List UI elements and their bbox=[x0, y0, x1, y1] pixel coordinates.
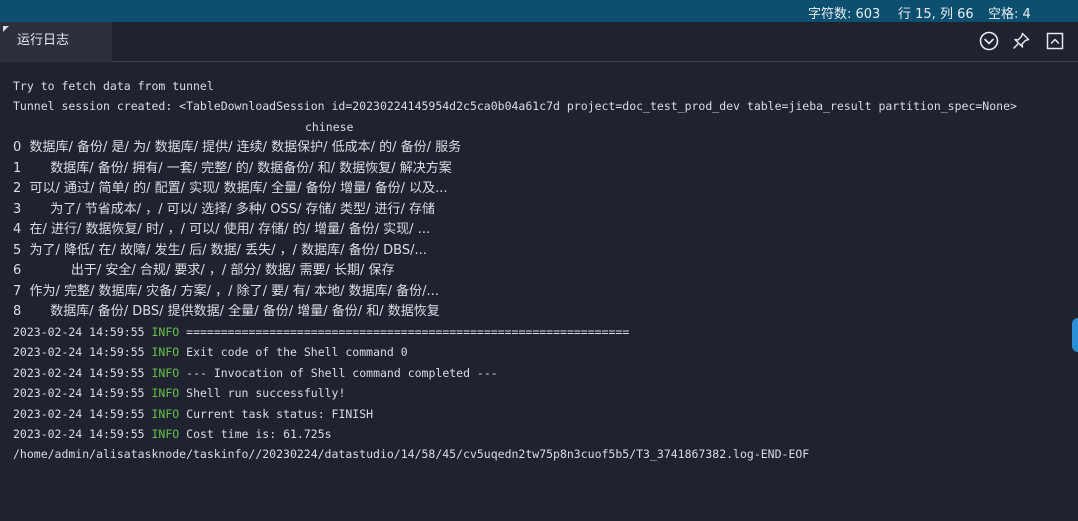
scroll-handle[interactable] bbox=[1072, 318, 1078, 352]
log-timestamp: 2023-02-24 14:59:55 bbox=[13, 427, 145, 441]
log-level: INFO bbox=[151, 427, 180, 441]
log-level: INFO bbox=[151, 366, 180, 380]
log-line-row: 8 数据库/ 备份/ DBS/ 提供数据/ 全量/ 备份/ 增量/ 备份/ 和/… bbox=[13, 301, 440, 321]
log-line-row: 4 在/ 进行/ 数据恢复/ 时/ ，/ 可以/ 使用/ 存储/ 的/ 增量/ … bbox=[13, 219, 430, 239]
indent-setting[interactable]: 空格: 4 bbox=[988, 3, 1031, 22]
log-entry: 2023-02-24 14:59:55 INFO Cost time is: 6… bbox=[13, 424, 332, 444]
log-timestamp: 2023-02-24 14:59:55 bbox=[13, 325, 145, 339]
tab-label: 运行日志 bbox=[17, 33, 70, 48]
row-text: 5 为了/ 降低/ 在/ 故障/ 发生/ 后/ 数据/ 丢失/ ，/ 数据库/ … bbox=[13, 243, 427, 258]
log-line-row: 1 数据库/ 备份/ 拥有/ 一套/ 完整/ 的/ 数据备份/ 和/ 数据恢复/… bbox=[13, 158, 452, 178]
row-text: 3 为了/ 节省成本/ ，/ 可以/ 选择/ 多种/ OSS/ 存储/ 类型/ … bbox=[13, 202, 436, 217]
log-timestamp: 2023-02-24 14:59:55 bbox=[13, 386, 145, 400]
char-count[interactable]: 字符数: 603 bbox=[808, 3, 880, 22]
log-line-row: 0 数据库/ 备份/ 是/ 为/ 数据库/ 提供/ 连续/ 数据保护/ 低成本/… bbox=[13, 137, 461, 157]
log-level: INFO bbox=[151, 345, 180, 359]
log-timestamp: 2023-02-24 14:59:55 bbox=[13, 345, 145, 359]
log-message: --- Invocation of Shell command complete… bbox=[186, 366, 498, 380]
pin-icon bbox=[1010, 30, 1032, 52]
log-timestamp: 2023-02-24 14:59:55 bbox=[13, 407, 145, 421]
log-message: Current task status: FINISH bbox=[186, 407, 374, 421]
chevron-down-circle-icon bbox=[978, 30, 1000, 52]
log-panel-header: 运行日志 bbox=[0, 22, 1078, 62]
log-entry: 2023-02-24 14:59:55 INFO ===============… bbox=[13, 322, 629, 342]
log-message: Cost time is: 61.725s bbox=[186, 427, 332, 441]
maximize-icon bbox=[1044, 30, 1066, 52]
maximize-button[interactable] bbox=[1044, 30, 1066, 52]
tab-run-log[interactable]: 运行日志 bbox=[0, 22, 112, 62]
log-timestamp: 2023-02-24 14:59:55 bbox=[13, 366, 145, 380]
log-entry: 2023-02-24 14:59:55 INFO Shell run succe… bbox=[13, 383, 345, 403]
log-entry: 2023-02-24 14:59:55 INFO --- Invocation … bbox=[13, 363, 498, 383]
log-message: Shell run successfully! bbox=[186, 386, 346, 400]
log-line-row: 6 出于/ 安全/ 合规/ 要求/ ，/ 部分/ 数据/ 需要/ 长期/ 保存 bbox=[13, 260, 394, 280]
row-text: 1 数据库/ 备份/ 拥有/ 一套/ 完整/ 的/ 数据备份/ 和/ 数据恢复/… bbox=[13, 161, 452, 176]
log-entry: 2023-02-24 14:59:55 INFO Current task st… bbox=[13, 404, 373, 424]
log-footer-path: /home/admin/alisatasknode/taskinfo//2023… bbox=[13, 447, 810, 461]
status-bar: 字符数: 603 行 15, 列 66 空格: 4 bbox=[0, 0, 1078, 22]
log-line-row: 2 可以/ 通过/ 简单/ 的/ 配置/ 实现/ 数据库/ 全量/ 备份/ 增量… bbox=[13, 178, 448, 198]
log-line: Tunnel session created: <TableDownloadSe… bbox=[13, 99, 1017, 113]
log-line-row: 5 为了/ 降低/ 在/ 故障/ 发生/ 后/ 数据/ 丢失/ ，/ 数据库/ … bbox=[13, 240, 427, 260]
log-level: INFO bbox=[151, 407, 180, 421]
log-line: Try to fetch data from tunnel bbox=[13, 79, 214, 93]
row-text: 6 出于/ 安全/ 合规/ 要求/ ，/ 部分/ 数据/ 需要/ 长期/ 保存 bbox=[13, 263, 395, 278]
row-text: 7 作为/ 完整/ 数据库/ 灾备/ 方案/ ，/ 除了/ 要/ 有/ 本地/ … bbox=[13, 284, 439, 299]
log-line-row: 3 为了/ 节省成本/ ，/ 可以/ 选择/ 多种/ OSS/ 存储/ 类型/ … bbox=[13, 199, 435, 219]
pin-button[interactable] bbox=[1010, 30, 1032, 52]
log-line-column-header: chinese bbox=[305, 120, 354, 134]
row-text: 0 数据库/ 备份/ 是/ 为/ 数据库/ 提供/ 连续/ 数据保护/ 低成本/… bbox=[13, 140, 462, 155]
collapse-button[interactable] bbox=[978, 30, 1000, 52]
log-line-row: 7 作为/ 完整/ 数据库/ 灾备/ 方案/ ，/ 除了/ 要/ 有/ 本地/ … bbox=[13, 281, 439, 301]
log-message: Exit code of the Shell command 0 bbox=[186, 345, 408, 359]
log-level: INFO bbox=[151, 325, 180, 339]
log-entry: 2023-02-24 14:59:55 INFO Exit code of th… bbox=[13, 342, 408, 362]
row-text: 8 数据库/ 备份/ DBS/ 提供数据/ 全量/ 备份/ 增量/ 备份/ 和/… bbox=[13, 304, 440, 319]
row-text: 2 可以/ 通过/ 简单/ 的/ 配置/ 实现/ 数据库/ 全量/ 备份/ 增量… bbox=[13, 181, 448, 196]
log-level: INFO bbox=[151, 386, 180, 400]
row-text: 4 在/ 进行/ 数据恢复/ 时/ ，/ 可以/ 使用/ 存储/ 的/ 增量/ … bbox=[13, 222, 431, 237]
log-message: ========================================… bbox=[186, 325, 630, 339]
cursor-position[interactable]: 行 15, 列 66 bbox=[898, 3, 974, 22]
tab-corner-marker bbox=[3, 26, 9, 32]
log-output[interactable]: Try to fetch data from tunnel Tunnel ses… bbox=[0, 63, 1078, 521]
